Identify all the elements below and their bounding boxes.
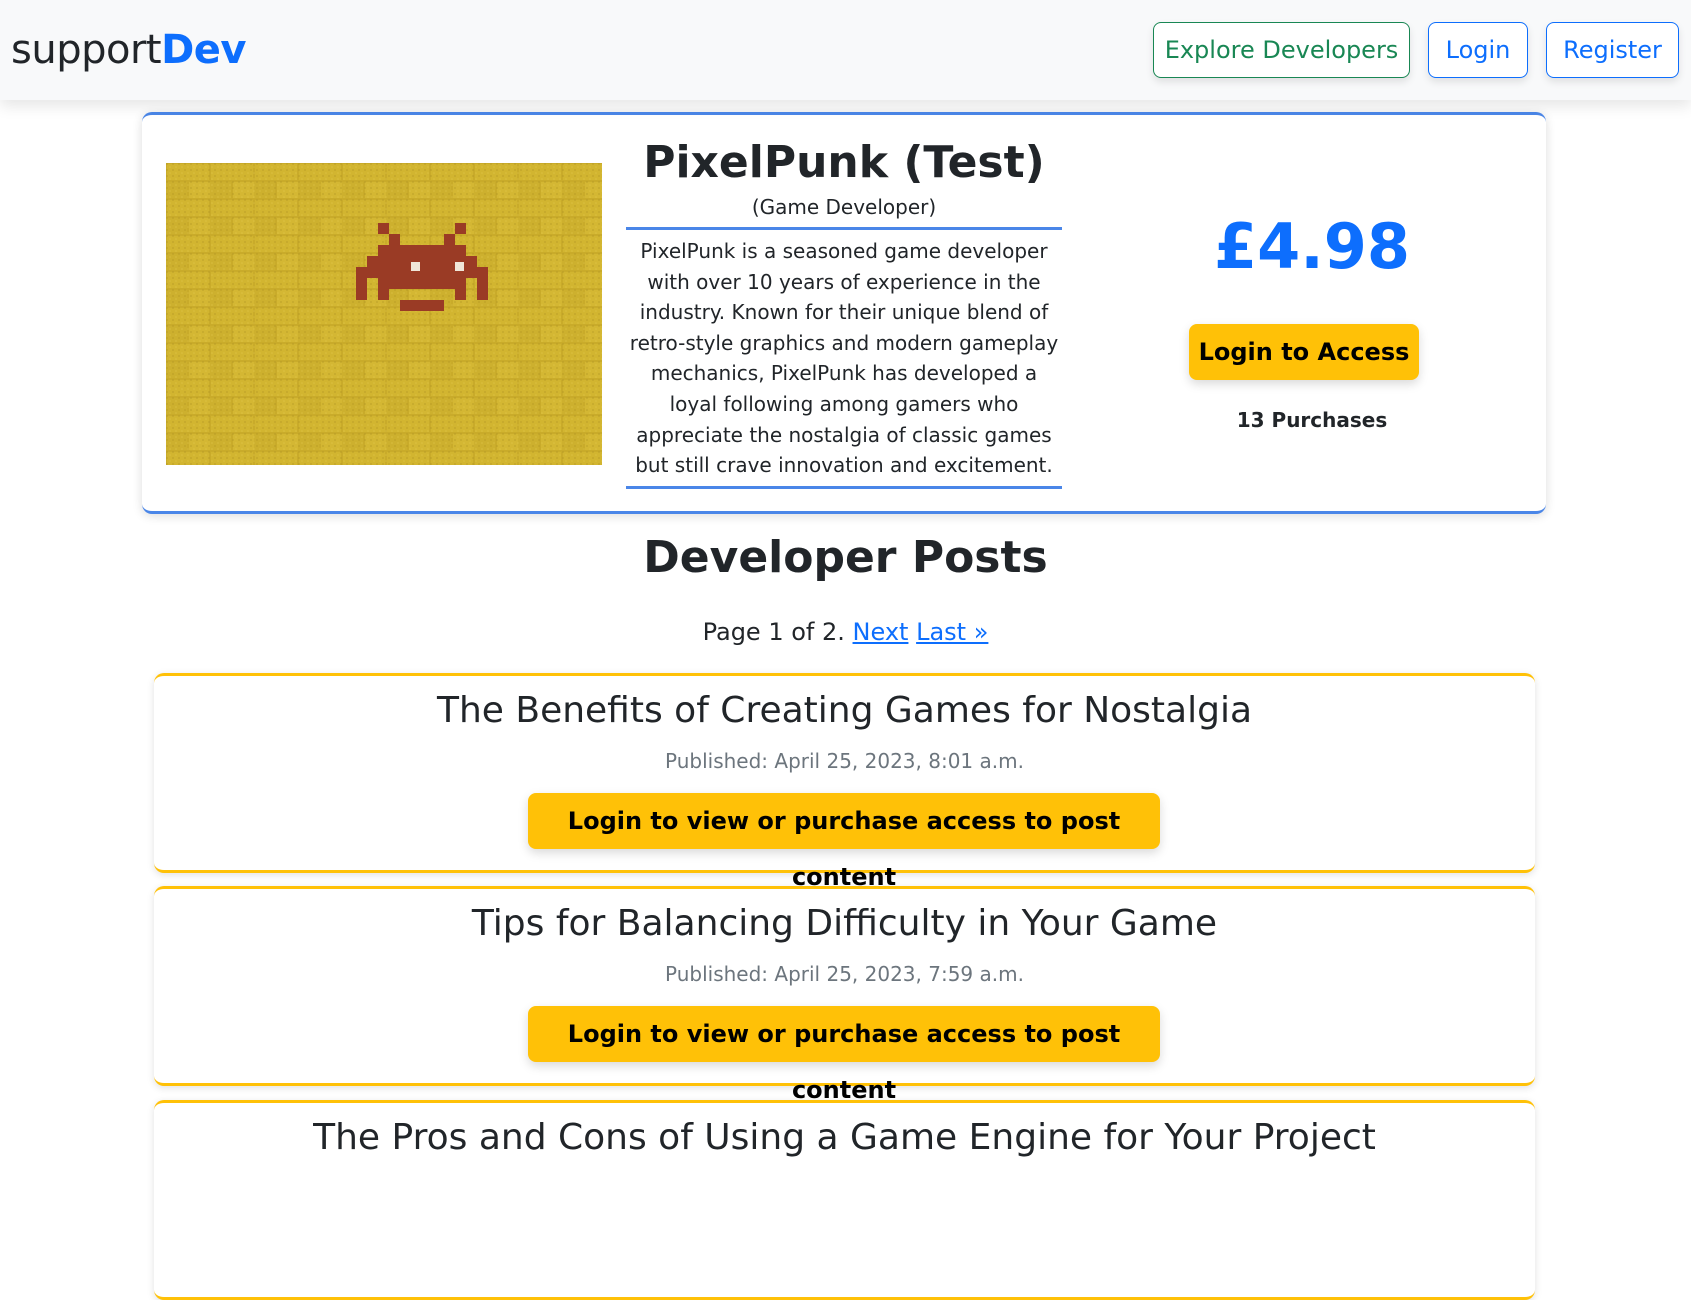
post-access-button[interactable]: Login to view or purchase access to post… bbox=[528, 793, 1160, 891]
post-card: The Pros and Cons of Using a Game Engine… bbox=[154, 1100, 1535, 1300]
login-to-access-button[interactable]: Login to Access bbox=[1189, 324, 1419, 380]
purchase-count: 13 Purchases bbox=[1236, 408, 1388, 432]
post-published-date: Published: April 25, 2023, 8:01 a.m. bbox=[665, 749, 1024, 773]
brand-text-strong: Dev bbox=[161, 27, 246, 73]
pagination: Page 1 of 2. Next Last » bbox=[0, 614, 1691, 650]
post-title[interactable]: The Benefits of Creating Games for Nosta… bbox=[154, 686, 1535, 736]
subscription-price: £4.98 bbox=[1213, 210, 1411, 283]
login-button[interactable]: Login bbox=[1428, 22, 1528, 78]
developer-role: (Game Developer) bbox=[751, 195, 937, 219]
register-button[interactable]: Register bbox=[1546, 22, 1679, 78]
next-page-link[interactable]: Next bbox=[853, 618, 909, 646]
top-navbar: supportDev Explore Developers Login Regi… bbox=[0, 0, 1691, 100]
developer-name: PixelPunk (Test) bbox=[643, 137, 1045, 188]
last-page-link[interactable]: Last » bbox=[916, 618, 988, 646]
explore-developers-button[interactable]: Explore Developers bbox=[1153, 22, 1410, 78]
brand-logo[interactable]: supportDev bbox=[11, 25, 246, 75]
developer-posts-heading: Developer Posts bbox=[643, 532, 1048, 583]
developer-bio: PixelPunk is a seasoned game developer w… bbox=[626, 227, 1062, 489]
brand-text-light: support bbox=[11, 27, 162, 73]
page-indicator: Page 1 of 2. bbox=[702, 618, 845, 646]
post-title[interactable]: Tips for Balancing Difficulty in Your Ga… bbox=[154, 899, 1535, 949]
developer-profile-card: PixelPunk (Test) (Game Developer) PixelP… bbox=[142, 112, 1546, 514]
post-card: Tips for Balancing Difficulty in Your Ga… bbox=[154, 886, 1535, 1104]
post-card: The Benefits of Creating Games for Nosta… bbox=[154, 673, 1535, 891]
profile-image bbox=[166, 163, 602, 465]
space-invader-image bbox=[166, 163, 602, 465]
post-published-date: Published: April 25, 2023, 7:59 a.m. bbox=[665, 962, 1024, 986]
post-access-button[interactable]: Login to view or purchase access to post… bbox=[528, 1006, 1160, 1104]
post-title[interactable]: The Pros and Cons of Using a Game Engine… bbox=[154, 1113, 1535, 1163]
